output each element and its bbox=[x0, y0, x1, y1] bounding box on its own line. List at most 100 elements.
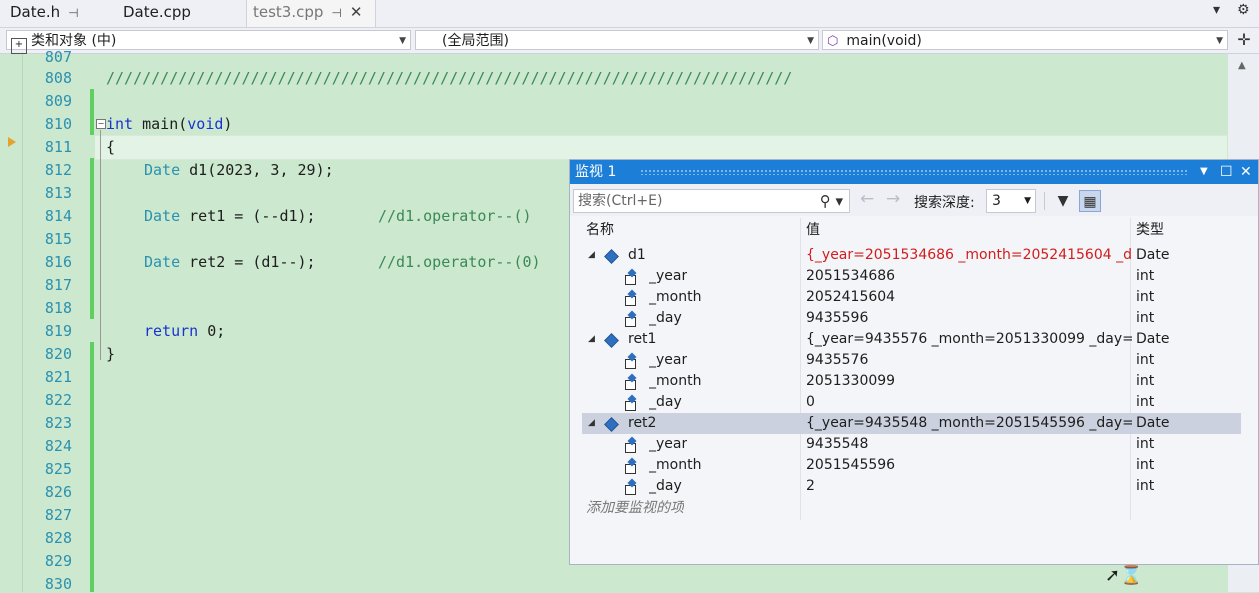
current-statement-arrow-icon bbox=[8, 137, 16, 147]
line-number: 823 bbox=[44, 414, 72, 432]
watch-value[interactable]: 9435576 bbox=[806, 350, 1132, 371]
line-number: 830 bbox=[44, 575, 72, 593]
watch-type: Date bbox=[1136, 415, 1170, 431]
tab-overflow-icon[interactable]: ▾ bbox=[1213, 2, 1220, 18]
tab-test3-cpp[interactable]: test3.cpp ⊣ ✕ bbox=[246, 0, 376, 27]
project-dropdown-value: 类和对象 (中) bbox=[31, 33, 117, 49]
method-icon: ⬡ bbox=[827, 34, 839, 49]
watch-value[interactable]: {_year=2051534686 _month=2052415604 _day… bbox=[806, 245, 1132, 266]
tab-date-h[interactable]: Date.h ⊣ bbox=[10, 0, 79, 27]
line-number: 825 bbox=[44, 460, 72, 478]
watch-value[interactable]: 2051330099 bbox=[806, 371, 1132, 392]
watch-title: 监视 1 bbox=[575, 164, 617, 180]
line-number: 827 bbox=[44, 506, 72, 524]
scroll-up-icon[interactable]: ▲ bbox=[1238, 60, 1246, 71]
drag-grip[interactable] bbox=[640, 169, 1188, 175]
close-icon[interactable]: ✕ bbox=[1240, 160, 1252, 184]
watch-row-field[interactable]: _day 2 int bbox=[582, 476, 1241, 497]
watch-name: _year bbox=[649, 352, 688, 368]
split-window-icon[interactable]: ✛ bbox=[1235, 30, 1253, 50]
object-icon bbox=[604, 333, 619, 348]
code-line-814: Date ret1 = (--d1); bbox=[144, 207, 316, 225]
chevron-down-icon: ▼ bbox=[807, 36, 814, 46]
window-menu-icon[interactable]: ▼ bbox=[1200, 160, 1208, 184]
maximize-icon[interactable]: ☐ bbox=[1220, 160, 1233, 184]
hex-display-icon[interactable]: ▦ bbox=[1079, 190, 1101, 212]
function-dropdown[interactable]: ⬡ main(void) ▼ bbox=[822, 30, 1228, 50]
tab-date-cpp[interactable]: Date.cpp bbox=[123, 0, 191, 27]
line-number: 829 bbox=[44, 552, 72, 570]
watch-type: int bbox=[1136, 373, 1155, 389]
expand-toggle-icon[interactable]: ◢ bbox=[588, 329, 595, 350]
code-line-808: ////////////////////////////////////////… bbox=[106, 69, 792, 87]
gear-icon[interactable]: ⚙ bbox=[1237, 2, 1250, 18]
collapse-toggle-icon[interactable]: − bbox=[96, 119, 106, 129]
watch-name: _month bbox=[649, 373, 702, 389]
function-dropdown-value: main(void) bbox=[846, 33, 922, 49]
watch-row-object[interactable]: ◢ ret2 {_year=9435548 _month=2051545596 _d… bbox=[582, 413, 1241, 434]
search-icon[interactable]: ⚲ ▾ bbox=[820, 190, 843, 212]
navigation-bar: + 类和对象 (中) ▼ (全局范围) ▼ ⬡ main(void) ▼ ✛ bbox=[0, 28, 1259, 54]
watch-type: int bbox=[1136, 289, 1155, 305]
scope-dropdown-value: (全局范围) bbox=[442, 33, 509, 49]
arrow-left-icon[interactable]: ← bbox=[860, 189, 874, 209]
line-number: 808 bbox=[44, 69, 72, 87]
line-number: 819 bbox=[44, 322, 72, 340]
keyword: int bbox=[106, 115, 134, 133]
watch-row-field[interactable]: _year 9435576 int bbox=[582, 350, 1241, 371]
pin-icon[interactable]: ⊣ bbox=[68, 6, 78, 20]
column-header-value[interactable]: 值 bbox=[806, 218, 820, 242]
watch-row-field[interactable]: _month 2051545596 int bbox=[582, 455, 1241, 476]
line-number: 813 bbox=[44, 184, 72, 202]
line-number: 807 bbox=[44, 48, 72, 66]
watch-value[interactable]: 2 bbox=[806, 476, 1132, 497]
watch-name: d1 bbox=[628, 247, 646, 263]
line-number: 821 bbox=[44, 368, 72, 386]
add-watch-row[interactable]: 添加要监视的项 bbox=[582, 498, 1241, 519]
pin-icon[interactable]: ⊣ bbox=[331, 6, 341, 20]
watch-value[interactable]: {_year=9435576 _month=2051330099 _day=0 … bbox=[806, 329, 1132, 350]
watch-row-object[interactable]: ◢ ret1 {_year=9435576 _month=2051330099 _d… bbox=[582, 329, 1241, 350]
watch-title-bar[interactable]: 监视 1 ▼ ☐ ✕ bbox=[570, 160, 1258, 184]
watch-value[interactable]: 2051534686 bbox=[806, 266, 1132, 287]
field-icon bbox=[625, 457, 637, 474]
column-header-type[interactable]: 类型 bbox=[1136, 218, 1164, 242]
object-icon bbox=[604, 249, 619, 264]
tab-label: Date.cpp bbox=[123, 3, 191, 21]
code-text: { bbox=[106, 138, 116, 156]
expand-toggle-icon[interactable]: ◢ bbox=[588, 245, 595, 266]
scope-dropdown[interactable]: (全局范围) ▼ bbox=[415, 30, 819, 50]
watch-value[interactable]: 9435596 bbox=[806, 308, 1132, 329]
column-header-name[interactable]: 名称 bbox=[586, 218, 614, 242]
watch-row-field[interactable]: _month 2051330099 int bbox=[582, 371, 1241, 392]
change-indicator bbox=[90, 342, 94, 592]
comment-line-814: //d1.operator--() bbox=[378, 207, 532, 225]
expand-toggle-icon[interactable]: ◢ bbox=[588, 413, 595, 434]
current-line-highlight bbox=[95, 135, 1227, 160]
line-number: 811 bbox=[44, 138, 72, 156]
search-input[interactable]: 搜索(Ctrl+E) ⚲ ▾ bbox=[573, 189, 850, 213]
close-icon[interactable]: ✕ bbox=[350, 3, 363, 21]
tab-label: test3.cpp bbox=[253, 3, 324, 21]
watch-row-field[interactable]: _day 9435596 int bbox=[582, 308, 1241, 329]
watch-row-object[interactable]: ◢ d1 {_year=2051534686 _month=2052415604 _… bbox=[582, 245, 1241, 266]
arrow-right-icon[interactable]: → bbox=[886, 189, 900, 209]
field-icon bbox=[625, 310, 637, 327]
watch-value[interactable]: 0 bbox=[806, 392, 1132, 413]
watch-toolbar: 搜索(Ctrl+E) ⚲ ▾ ← → 搜索深度: 3 ▼ ▼ ▦ bbox=[570, 184, 1258, 216]
watch-value[interactable]: {_year=9435548 _month=2051545596 _day=2 … bbox=[806, 413, 1132, 434]
project-dropdown[interactable]: + 类和对象 (中) ▼ bbox=[6, 30, 411, 54]
line-number: 818 bbox=[44, 299, 72, 317]
indicator-margin[interactable] bbox=[0, 54, 23, 592]
watch-value[interactable]: 2051545596 bbox=[806, 455, 1132, 476]
watch-value[interactable]: 9435548 bbox=[806, 434, 1132, 455]
search-depth-select[interactable]: 3 ▼ bbox=[986, 189, 1036, 213]
watch-row-field[interactable]: _day 0 int bbox=[582, 392, 1241, 413]
filter-pin-icon[interactable]: ▼ bbox=[1052, 190, 1074, 212]
watch-row-field[interactable]: _year 9435548 int bbox=[582, 434, 1241, 455]
line-number: 826 bbox=[44, 483, 72, 501]
watch-row-field[interactable]: _year 2051534686 int bbox=[582, 266, 1241, 287]
watch-value[interactable]: 2052415604 bbox=[806, 287, 1132, 308]
watch-row-field[interactable]: _month 2052415604 int bbox=[582, 287, 1241, 308]
watch-type: int bbox=[1136, 436, 1155, 452]
